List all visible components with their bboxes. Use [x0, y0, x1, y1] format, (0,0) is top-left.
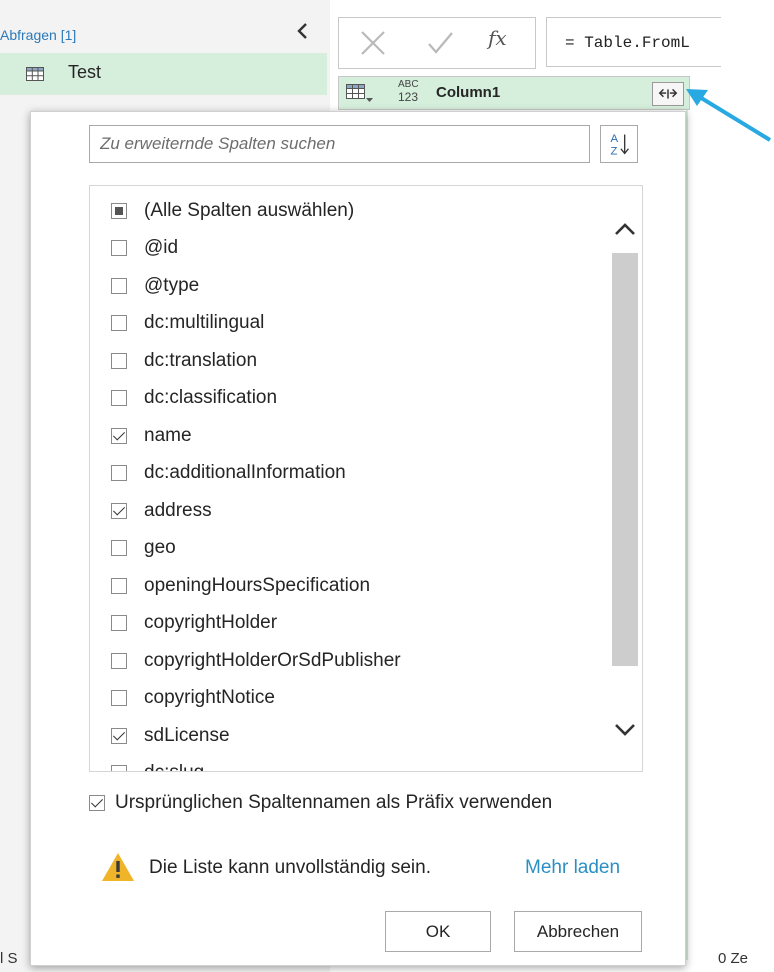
check-icon[interactable] [425, 28, 455, 58]
column-checkbox[interactable] [111, 240, 127, 256]
formula-input[interactable]: = Table.FromL [546, 17, 721, 67]
column-option-label: copyrightHolder [144, 612, 278, 633]
column-option-row[interactable]: dc:additionalInformation [90, 455, 600, 492]
column-checkbox[interactable] [111, 765, 127, 771]
status-left: l S [0, 950, 18, 967]
column-option-row[interactable]: dc:translation [90, 342, 600, 379]
column-header[interactable] [338, 76, 690, 110]
warning-icon [102, 853, 134, 881]
column-checkbox[interactable] [111, 652, 127, 669]
table-icon [26, 67, 44, 81]
column-option-row[interactable]: sdLicense [90, 717, 600, 754]
table-menu-icon[interactable] [346, 84, 374, 104]
queries-header: Abfragen [1] [0, 27, 77, 43]
type-icon-abc: ABC [398, 79, 419, 90]
column-option-row[interactable]: dc:slug [90, 755, 600, 771]
annotation-arrow-icon [686, 89, 772, 142]
column-option-row[interactable]: dc:classification [90, 380, 600, 417]
column-option-label: @id [144, 237, 179, 258]
column-option-label: (Alle Spalten auswählen) [144, 199, 355, 221]
load-more-link[interactable]: Mehr laden [525, 857, 620, 879]
ok-button[interactable]: OK [385, 911, 491, 952]
type-icon-123: 123 [398, 90, 419, 104]
column-option-row[interactable]: dc:multilingual [90, 305, 600, 342]
column-checkbox[interactable] [111, 540, 127, 556]
column-checkbox[interactable] [111, 427, 127, 444]
column-option-label: dc:translation [144, 349, 258, 371]
query-item-test[interactable] [0, 53, 327, 95]
column-option-label: dc:classification [144, 387, 278, 408]
column-option-label: address [144, 499, 212, 521]
chevron-up-icon[interactable] [610, 217, 640, 241]
column-checkbox[interactable] [111, 615, 127, 631]
warning-text: Die Liste kann unvollständig sein. [149, 857, 432, 878]
column-option-label: copyrightHolderOrSdPublisher [144, 649, 401, 671]
column-option-label: dc:multilingual [144, 312, 265, 333]
scroll-thumb[interactable] [612, 253, 638, 666]
chevron-down-icon[interactable] [610, 718, 640, 742]
fx-icon[interactable]: fx [488, 26, 507, 50]
column-option-label: geo [144, 537, 176, 558]
column-checkbox[interactable] [111, 690, 127, 706]
column-option-row[interactable]: @type [90, 267, 600, 304]
column-checkbox[interactable] [111, 390, 127, 406]
select-all-row[interactable]: (Alle Spalten auswählen) [90, 192, 600, 229]
column-checkbox[interactable] [111, 577, 127, 594]
column-checkbox[interactable] [111, 315, 127, 331]
prefix-option[interactable]: Ursprünglichen Spaltennamen als Präfix v… [89, 792, 552, 814]
chevron-left-icon[interactable] [292, 20, 314, 42]
column-option-row[interactable]: copyrightHolderOrSdPublisher [90, 642, 600, 679]
cancel-button[interactable]: Abbrechen [514, 911, 642, 952]
column-option-label: sdLicense [144, 724, 230, 746]
prefix-checkbox[interactable] [89, 795, 105, 811]
column-name: Column1 [436, 84, 501, 101]
column-option-row[interactable]: address [90, 492, 600, 529]
column-checkbox[interactable] [111, 202, 127, 219]
column-option-label: name [144, 424, 192, 446]
column-checkbox[interactable] [111, 277, 127, 294]
column-checkbox[interactable] [111, 352, 127, 369]
svg-text:A: A [610, 133, 618, 145]
column-checkbox[interactable] [111, 465, 127, 481]
column-option-row[interactable]: copyrightHolder [90, 605, 600, 642]
column-checkbox[interactable] [111, 502, 127, 519]
cancel-icon[interactable] [358, 28, 388, 58]
query-item-label: Test [68, 62, 102, 82]
column-option-row[interactable]: name [90, 417, 600, 454]
column-option-label: dc:slug [144, 762, 204, 771]
column-search-input[interactable] [89, 125, 590, 163]
svg-text:Z: Z [610, 145, 617, 157]
column-option-row[interactable]: geo [90, 530, 600, 567]
prefix-label: Ursprünglichen Spaltennamen als Präfix v… [115, 792, 553, 813]
column-list: (Alle Spalten auswählen) @id @type dc:multi… [89, 185, 643, 772]
column-cells [686, 110, 688, 960]
column-checkbox[interactable] [111, 727, 127, 744]
status-right: 0 Ze [718, 950, 749, 967]
column-option-label: openingHoursSpecification [144, 574, 371, 596]
column-option-label: @type [144, 274, 200, 296]
column-option-label: copyrightNotice [144, 687, 275, 708]
column-option-row[interactable]: openingHoursSpecification [90, 567, 600, 604]
column-option-row[interactable]: @id [90, 230, 600, 267]
column-option-row[interactable]: copyrightNotice [90, 680, 600, 717]
sort-az-icon[interactable]: A Z [600, 125, 638, 163]
column-option-label: dc:additionalInformation [144, 462, 346, 483]
